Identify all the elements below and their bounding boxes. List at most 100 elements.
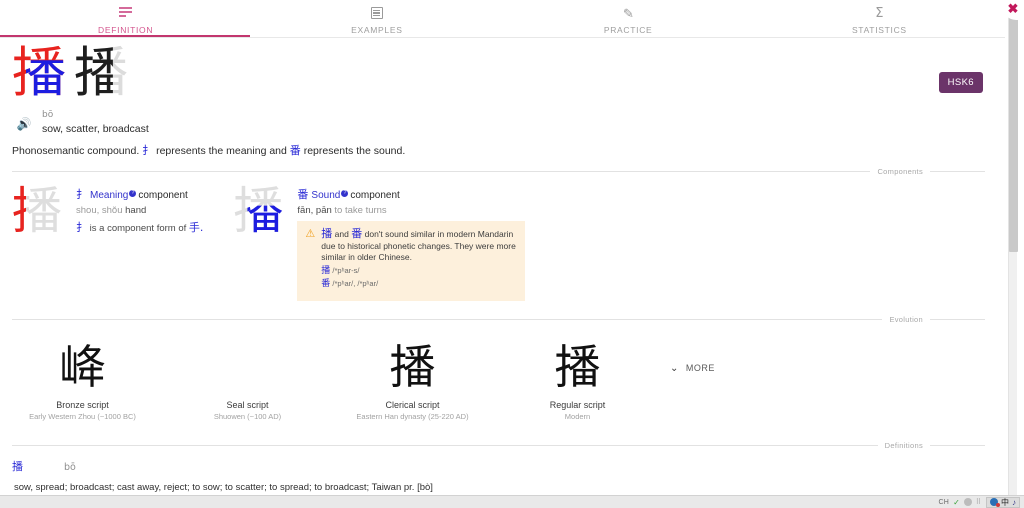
etymology-suffix: represents the sound. [304,145,406,157]
tab-practice[interactable]: ✎ PRACTICE [503,0,754,37]
phonetic-reconstruction-b: 番 /*pʰar/, /*pʰar/ [321,278,517,291]
hsk-level-badge[interactable]: HSK6 [939,72,983,93]
main-tab-bar: DEFINITION EXAMPLES ✎ PRACTICE Σ STATIST… [0,0,1005,38]
hero-section: 播 播 播 播 HSK6 🔊 bō sow, scatter, broadcas… [0,38,1005,158]
tab-practice-label: PRACTICE [604,25,653,35]
close-icon[interactable]: ✖ [1002,0,1024,20]
evolution-era: Modern [495,412,660,421]
warning-triangle-icon: ⚠ [305,228,315,291]
component-title-meaning: 扌 Meaning? component [76,186,203,202]
ime-status-area: CH ✓ ⠿ 中 ♪ [938,497,1024,508]
definition-character[interactable]: 播 [12,458,64,474]
phonetic-b-char: 番 [321,279,330,289]
chinese-character-dictionary-app: DEFINITION EXAMPLES ✎ PRACTICE Σ STATIST… [0,0,1024,508]
vertical-scrollbar[interactable] [1008,0,1017,495]
warning-char-b: 番 [351,227,362,240]
evolution-glyph: 播 [495,338,660,398]
content-scroll-area: 播 播 播 播 HSK6 🔊 bō sow, scatter, broadcas… [0,38,1005,495]
lines-icon [119,5,132,21]
hero-gloss: sow, scatter, broadcast [42,122,149,136]
window-right-edge [1017,0,1024,495]
component-title-sound: 番 Sound? component [297,186,525,202]
ime-dots-icon[interactable]: ⠿ [976,498,982,506]
help-icon[interactable]: ? [341,190,348,197]
phonetic-a-char: 播 [321,266,330,276]
evolution-item: 播 Clerical script Eastern Han dynasty (2… [330,338,495,432]
pronunciation-row: 🔊 bō sow, scatter, broadcast [0,110,1005,136]
etymology-meaning-char[interactable]: 扌 [142,144,153,157]
ime-language-indicator[interactable]: CH [938,499,949,506]
component-meaning: 播 播 扌 Meaning? component shou, shŏu hand 扌… [0,184,203,306]
definition-pinyin: bō [64,462,76,473]
etymology-sound-char[interactable]: 番 [290,144,301,157]
sigma-icon: Σ [875,5,883,21]
active-tab-underline [0,35,250,37]
evolution-script-name: Clerical script [330,400,495,410]
component-note-text: is a component form of [90,223,187,234]
tab-definition[interactable]: DEFINITION [0,0,251,37]
evolution-section: 𡶶 Bronze script Early Western Zhou (~100… [0,324,1005,432]
tab-definition-label: DEFINITION [98,25,153,35]
section-label-components: Components [870,167,930,176]
components-section: 播 播 扌 Meaning? component shou, shŏu hand 扌… [0,176,1005,306]
component-radical-sound[interactable]: 番 [297,188,308,201]
ime-mode-indicator[interactable]: 中 [1001,497,1009,508]
evolution-glyph: 播 [330,338,495,398]
globe-icon[interactable] [990,498,998,506]
evolution-glyph: 𤔥 [165,338,330,398]
component-body-sound: 番 Sound? component fān, pān to take turns … [291,184,525,306]
ime-toolbar[interactable]: 中 ♪ [986,497,1020,508]
component-reading-sound: fān, pān to take turns [297,205,525,216]
hero-character-colored[interactable]: 播 播 [12,44,70,104]
phonetic-reconstruction-a: 播 /*pʰar-s/ [321,265,517,278]
definition-head: 播 bō [0,458,1005,474]
evolution-more-button[interactable]: ⌄ MORE [670,338,715,398]
evolution-script-name: Bronze script [0,400,165,410]
hero-character-stroke-animation[interactable]: 播 播 [74,44,132,104]
scrollbar-thumb[interactable] [1009,2,1018,252]
hero-character-row: 播 播 播 播 [0,44,1005,106]
speaker-icon[interactable]: 🔊 [14,114,34,134]
check-icon[interactable]: ✓ [953,498,960,507]
etymology-prefix: Phonosemantic compound. [12,145,139,157]
phonetic-b-value: /*pʰar/, /*pʰar/ [332,279,378,288]
tab-examples[interactable]: EXAMPLES [251,0,502,37]
evolution-era: Early Western Zhou (~1000 BC) [0,412,165,421]
etymology-mid: represents the meaning and [156,145,287,157]
separator-line [930,171,985,172]
evolution-script-name: Seal script [165,400,330,410]
component-radical-meaning[interactable]: 扌 [76,188,87,201]
chevron-down-icon: ⌄ [670,363,679,374]
ime-circle-icon[interactable] [964,498,972,506]
component-meaning-text: hand [125,205,146,216]
section-label-definitions: Definitions [878,441,930,450]
component-type-sound: Sound [311,190,340,201]
component-sound: 播 播 番 Sound? component fān, pān to take tu… [221,184,525,306]
evolution-script-name: Regular script [495,400,660,410]
evolution-glyph: 𡶶 [0,338,165,398]
evolution-item: 𤔥 Seal script Shuowen (~100 AD) [165,338,330,432]
component-reading-meaning: shou, shŏu hand [76,205,203,216]
component-type-meaning: Meaning [90,190,128,201]
list-box-icon [371,5,383,21]
evolution-more-label: MORE [686,363,715,373]
separator-line [930,319,985,320]
component-reading-text: shou, shŏu [76,205,122,216]
definition-text: sow, spread; broadcast; cast away, rejec… [0,482,1005,493]
component-note-meaning: 扌 is a component form of 手. [76,219,203,235]
separator-line [12,171,870,172]
tab-statistics[interactable]: Σ STATISTICS [754,0,1005,37]
ime-note-icon[interactable]: ♪ [1012,498,1016,507]
help-icon[interactable]: ? [129,190,136,197]
section-separator-evolution: Evolution [12,315,985,324]
component-meaning-text: to take turns [334,205,386,216]
phonetic-warning-text: 播 and 番 don't sound similar in modern Ma… [321,228,517,291]
brush-icon: ✎ [622,5,633,21]
phonetic-warning-box: ⚠ 播 and 番 don't sound similar in modern … [297,221,525,301]
evolution-era: Eastern Han dynasty (25-220 AD) [330,412,495,421]
component-body-meaning: 扌 Meaning? component shou, shŏu hand 扌 is … [70,184,203,306]
warning-char-a: 播 [321,227,332,240]
evolution-item: 𡶶 Bronze script Early Western Zhou (~100… [0,338,165,432]
component-note-char[interactable]: 手. [189,221,204,234]
tab-examples-label: EXAMPLES [351,25,402,35]
